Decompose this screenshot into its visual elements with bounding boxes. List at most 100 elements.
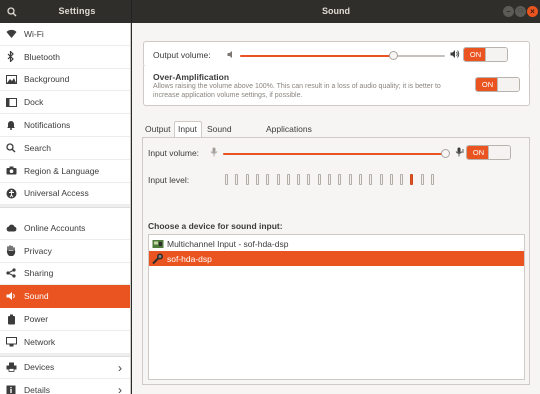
- tab-output[interactable]: Output: [142, 121, 174, 138]
- tab-input[interactable]: Input: [174, 121, 202, 138]
- sidebar-item-bluetooth[interactable]: Bluetooth: [0, 46, 130, 69]
- settings-title: Settings: [58, 6, 96, 16]
- sidebar-separator: [0, 205, 130, 209]
- sidebar-item-region-language[interactable]: Region & Language: [0, 160, 130, 183]
- input-toggle-on-label: ON: [467, 146, 490, 159]
- level-segment: [420, 174, 424, 185]
- input-toggle-knob: [488, 146, 510, 159]
- level-segment: [369, 174, 373, 185]
- sidebar-item-notifications[interactable]: Notifications: [0, 114, 130, 137]
- printer-icon: [5, 361, 17, 373]
- output-volume-label: Output volume:: [153, 50, 211, 60]
- output-volume-slider[interactable]: [240, 51, 445, 60]
- over-amplification-title: Over-Amplification: [153, 72, 230, 82]
- sidebar-item-power[interactable]: Power: [0, 308, 130, 331]
- minimize-button[interactable]: –: [503, 6, 514, 17]
- tab-applications[interactable]: Applications: [263, 121, 315, 138]
- output-volume-knob[interactable]: [389, 51, 398, 60]
- sidebar: Wi-Fi Bluetooth Background Dock Notifica…: [0, 23, 131, 394]
- input-toggle[interactable]: ON: [466, 145, 511, 160]
- power-icon: [5, 313, 17, 325]
- background-icon: [5, 73, 17, 85]
- search-icon: [5, 142, 17, 154]
- sidebar-item-online-accounts[interactable]: Online Accounts: [0, 217, 130, 240]
- level-segment: [225, 174, 228, 185]
- speaker-high-icon: [450, 49, 460, 61]
- tab-sound-effects[interactable]: Sound Effects: [204, 121, 236, 151]
- speaker-low-icon: [227, 50, 236, 61]
- sidebar-item-search[interactable]: Search: [0, 137, 130, 160]
- input-volume-fill: [223, 153, 445, 155]
- over-amplification-toggle-knob: [497, 78, 519, 91]
- level-segment: [328, 174, 331, 185]
- list-item[interactable]: sof-hda-dsp: [149, 251, 524, 266]
- level-segment: [255, 174, 259, 185]
- sidebar-item-details[interactable]: Details ›: [0, 379, 130, 394]
- level-segment: [286, 174, 290, 185]
- camera-icon: [5, 165, 17, 177]
- hand-icon: [5, 245, 17, 257]
- dock-icon: [5, 96, 17, 108]
- output-volume-fill: [240, 55, 394, 57]
- input-panel: Input volume: ON Input level: Choose a d…: [142, 137, 530, 385]
- bluetooth-icon: [5, 51, 17, 63]
- maximize-icon: □: [518, 8, 523, 14]
- close-button[interactable]: ×: [527, 6, 538, 17]
- input-volume-knob[interactable]: [441, 149, 450, 158]
- search-button[interactable]: [0, 0, 23, 23]
- sidebar-item-label: Online Accounts: [24, 222, 86, 233]
- level-segment: [410, 174, 414, 185]
- sidebar-item-label: Background: [24, 74, 70, 85]
- chevron-right-icon: ›: [118, 361, 122, 375]
- sidebar-item-label: Sharing: [24, 268, 54, 279]
- header-bar: Settings Sound – □ ×: [0, 0, 540, 23]
- sidebar-item-label: Region & Language: [24, 165, 100, 176]
- level-segment: [379, 174, 383, 185]
- sidebar-item-privacy[interactable]: Privacy: [0, 240, 130, 263]
- sidebar-item-label: Universal Access: [24, 188, 89, 199]
- sidebar-item-sound[interactable]: Sound: [0, 285, 130, 309]
- chevron-right-icon: ›: [118, 383, 122, 394]
- sidebar-item-label: Privacy: [24, 245, 52, 256]
- main-content: Output volume: ON Over-Amplification All…: [132, 23, 540, 394]
- sidebar-item-background[interactable]: Background: [0, 69, 130, 92]
- device-name: sof-hda-dsp: [167, 253, 212, 264]
- sidebar-item-label: Power: [24, 314, 49, 325]
- level-segment: [389, 174, 393, 185]
- over-amplification-description-line2: increase application volume settings, if…: [153, 92, 303, 99]
- choose-device-label: Choose a device for sound input:: [148, 221, 283, 231]
- online-accounts-icon: [5, 222, 17, 234]
- level-segment: [276, 174, 280, 185]
- output-toggle[interactable]: ON: [463, 47, 508, 62]
- sidebar-item-universal-access[interactable]: Universal Access: [0, 183, 130, 206]
- level-segment: [400, 174, 404, 185]
- sidebar-item-label: Dock: [24, 97, 44, 108]
- bell-icon: [5, 119, 17, 131]
- input-volume-slider[interactable]: [223, 149, 450, 158]
- sidebar-item-network[interactable]: Network: [0, 331, 130, 354]
- list-item[interactable]: Multichannel Input - sof-hda-dsp: [149, 236, 524, 251]
- device-name: Multichannel Input - sof-hda-dsp: [167, 238, 289, 249]
- over-amplification-toggle[interactable]: ON: [475, 77, 520, 92]
- level-segment: [245, 174, 249, 185]
- wifi-icon: [5, 28, 17, 40]
- sidebar-item-sharing[interactable]: Sharing: [0, 263, 130, 286]
- sidebar-item-dock[interactable]: Dock: [0, 91, 130, 115]
- info-icon: [5, 384, 17, 394]
- sidebar-item-wifi[interactable]: Wi-Fi: [0, 23, 130, 46]
- minimize-icon: –: [506, 7, 511, 16]
- over-amplification-toggle-on-label: ON: [476, 78, 499, 91]
- over-amplification-description-line1: Allows raising the volume above 100%. Th…: [153, 83, 441, 90]
- level-segment: [348, 174, 352, 185]
- sidebar-item-label: Bluetooth: [24, 51, 60, 62]
- maximize-button[interactable]: □: [515, 6, 526, 17]
- output-toggle-knob: [485, 48, 507, 61]
- sidebar-item-label: Notifications: [24, 120, 71, 131]
- sidebar-item-devices[interactable]: Devices ›: [0, 356, 130, 379]
- level-segment: [317, 174, 321, 185]
- input-level-label: Input level:: [148, 175, 190, 185]
- close-icon: ×: [530, 7, 535, 16]
- sidebar-item-label: Devices: [24, 362, 55, 373]
- level-segment: [358, 174, 362, 185]
- sidebar-item-label: Sound: [24, 291, 49, 302]
